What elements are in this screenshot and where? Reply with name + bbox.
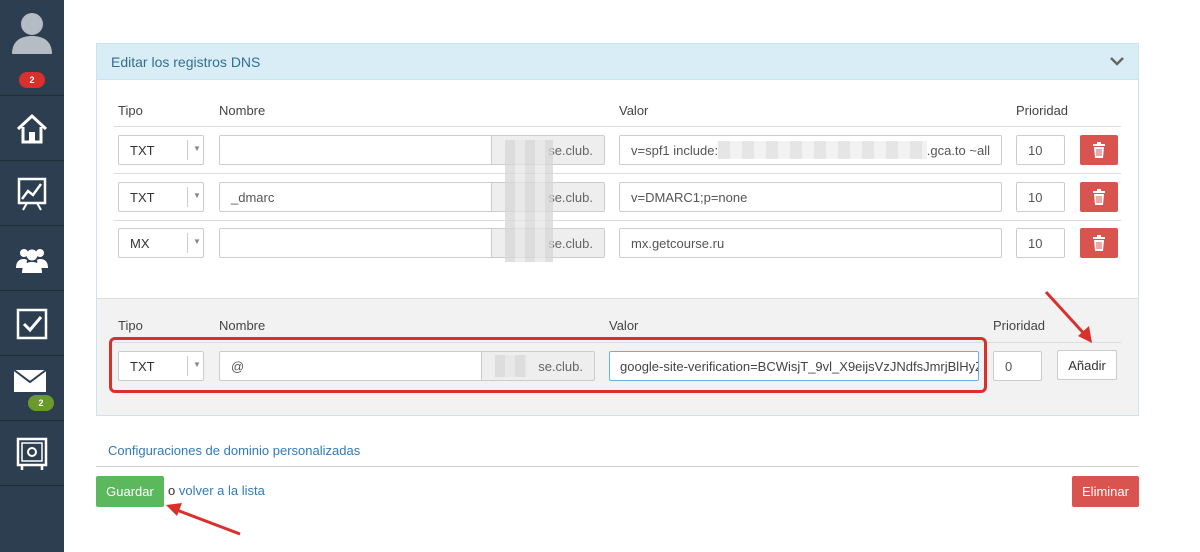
panel-header[interactable]: Editar los registros DNS — [97, 44, 1138, 80]
panel-title: Editar los registros DNS — [111, 53, 261, 70]
valor-input[interactable]: v=DMARC1;p=none — [619, 182, 1002, 212]
prioridad-input[interactable]: 10 — [1016, 135, 1065, 165]
select-divider — [187, 140, 188, 160]
sidebar: 2 2 — [0, 0, 64, 552]
footer-divider — [96, 466, 1139, 467]
redacted-area — [505, 140, 553, 262]
trash-icon — [1093, 235, 1105, 251]
valor-input[interactable]: mx.getcourse.ru — [619, 228, 1002, 258]
valor-input[interactable]: v=spf1 include: .gca.to ~all — [619, 135, 1002, 165]
users-icon — [16, 248, 48, 273]
header-nombre: Nombre — [219, 103, 266, 118]
caret-down-icon: ▼ — [193, 191, 201, 200]
safe-icon — [16, 437, 48, 470]
nombre-input[interactable] — [219, 228, 494, 258]
sidebar-item-users[interactable] — [0, 227, 64, 291]
header-prioridad: Prioridad — [1016, 103, 1069, 118]
home-icon — [16, 113, 48, 143]
row-divider — [114, 173, 1121, 174]
sidebar-item-stats[interactable] — [0, 162, 64, 226]
domain-suffix-text: se.club. — [548, 189, 593, 205]
footer-or-text: o volver a la lista — [168, 483, 265, 498]
add-record-button[interactable]: Añadir — [1057, 350, 1117, 380]
back-to-list-link[interactable]: volver a la lista — [179, 483, 265, 498]
tipo-select[interactable]: MX ▼ — [118, 228, 204, 258]
caret-down-icon: ▼ — [193, 144, 201, 153]
sidebar-item-home[interactable] — [0, 97, 64, 161]
valor-input-start: v=spf1 include: — [631, 142, 719, 158]
notifications-badge: 2 — [19, 72, 45, 88]
highlight-box — [109, 337, 987, 393]
prioridad-input[interactable]: 10 — [1016, 182, 1065, 212]
trash-icon — [1093, 189, 1105, 205]
domain-suffix-text: se.club. — [548, 235, 593, 251]
row-divider — [114, 220, 1121, 221]
sidebar-item-tasks[interactable] — [0, 292, 64, 356]
user-avatar-icon — [12, 13, 52, 54]
delete-record-button[interactable] — [1080, 135, 1118, 165]
header-valor: Valor — [619, 103, 649, 118]
chevron-down-icon[interactable] — [1110, 56, 1124, 66]
annotation-arrow-icon — [166, 503, 241, 536]
delete-record-button[interactable] — [1080, 228, 1118, 258]
delete-record-button[interactable] — [1080, 182, 1118, 212]
nombre-input[interactable]: _dmarc — [219, 182, 494, 212]
caret-down-icon: ▼ — [193, 237, 201, 246]
redacted-area — [718, 141, 927, 159]
new-header-tipo: Tipo — [118, 318, 143, 333]
new-header-nombre: Nombre — [219, 318, 266, 333]
tipo-select[interactable]: TXT ▼ — [118, 135, 204, 165]
domain-suffix-text: se.club. — [548, 142, 593, 158]
nombre-input[interactable] — [219, 135, 494, 165]
sidebar-item-mail[interactable] — [0, 357, 64, 421]
trash-icon — [1093, 142, 1105, 158]
select-divider — [187, 187, 188, 207]
row-divider — [114, 126, 1121, 127]
tipo-select-value: MX — [130, 236, 150, 251]
valor-input-end: .gca.to ~all — [926, 142, 990, 158]
mail-icon — [13, 368, 47, 392]
tipo-select-value: TXT — [130, 190, 155, 205]
tipo-select-value: TXT — [130, 143, 155, 158]
header-tipo: Tipo — [118, 103, 143, 118]
delete-domain-button[interactable]: Eliminar — [1072, 476, 1139, 507]
custom-domain-settings-link[interactable]: Configuraciones de dominio personalizada… — [108, 443, 360, 458]
select-divider — [187, 233, 188, 253]
or-text: o — [168, 483, 176, 498]
save-button[interactable]: Guardar — [96, 476, 164, 507]
chart-icon — [17, 177, 47, 210]
sidebar-item-safe[interactable] — [0, 422, 64, 486]
tasks-icon — [16, 308, 48, 339]
messages-badge: 2 — [28, 395, 54, 411]
tipo-select[interactable]: TXT ▼ — [118, 182, 204, 212]
new-header-prioridad: Prioridad — [993, 318, 1046, 333]
prioridad-input[interactable]: 10 — [1016, 228, 1065, 258]
new-prioridad-input[interactable]: 0 — [993, 351, 1042, 381]
new-header-valor: Valor — [609, 318, 639, 333]
annotation-arrow-icon — [1044, 290, 1092, 343]
